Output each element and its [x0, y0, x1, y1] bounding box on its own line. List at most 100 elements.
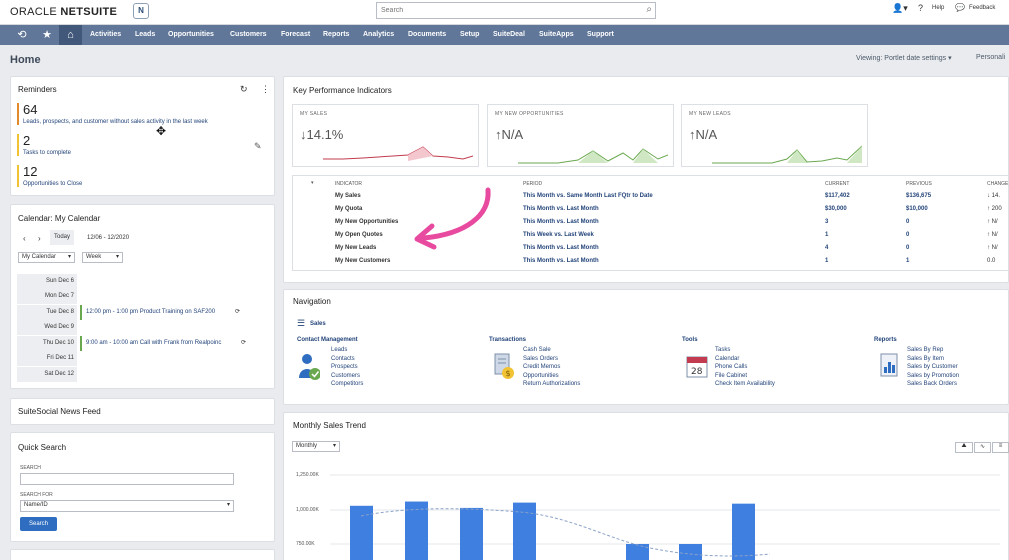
- quick-search-input[interactable]: [20, 473, 234, 485]
- nav-link[interactable]: Contacts: [331, 356, 355, 362]
- nav-setup[interactable]: Setup: [460, 25, 479, 45]
- calendar-event[interactable]: 9:00 am - 10:00 am Call with Frank from …: [80, 336, 221, 351]
- nav-customers[interactable]: Customers: [230, 25, 267, 45]
- kpi-current[interactable]: 1: [825, 232, 828, 238]
- calendar-day-row[interactable]: Fri Dec 11: [17, 351, 265, 366]
- trend-period-select[interactable]: Monthly ▾: [292, 441, 340, 452]
- kpi-previous[interactable]: 0: [906, 232, 909, 238]
- portlet-date-settings[interactable]: Viewing: Portlet date settings ▾: [856, 54, 952, 62]
- nav-documents[interactable]: Documents: [408, 25, 446, 45]
- nav-opportunities[interactable]: Opportunities: [168, 25, 214, 45]
- bar-chart-icon[interactable]: ≡: [992, 442, 1009, 453]
- calendar-day-row[interactable]: Thu Dec 10 9:00 am - 10:00 am Call with F…: [17, 336, 265, 351]
- nav-link[interactable]: Sales By Item: [907, 356, 944, 362]
- reminder-item[interactable]: 2 Tasks to complete: [17, 134, 71, 156]
- kpi-current[interactable]: 4: [825, 245, 828, 251]
- nav-activities[interactable]: Activities: [90, 25, 121, 45]
- nav-link[interactable]: Customers: [331, 373, 360, 379]
- reminder-item[interactable]: 12 Opportunities to Close: [17, 165, 82, 187]
- kpi-period[interactable]: This Month vs. Last Month: [523, 206, 599, 212]
- kpi-previous[interactable]: $10,000: [906, 206, 928, 212]
- sales-bar[interactable]: [626, 544, 649, 560]
- nav-link[interactable]: Phone Calls: [715, 364, 747, 370]
- kpi-card-my-sales[interactable]: MY SALES ↓14.1%: [292, 104, 479, 167]
- sales-bar[interactable]: [513, 502, 536, 560]
- kpi-card-new-leads[interactable]: MY NEW LEADS ↑N/A: [681, 104, 868, 167]
- kpi-previous[interactable]: 1: [906, 258, 909, 264]
- nav-link[interactable]: Leads: [331, 347, 347, 353]
- kpi-current[interactable]: $30,000: [825, 206, 847, 212]
- nav-suitedeal[interactable]: SuiteDeal: [493, 25, 525, 45]
- kpi-current[interactable]: 1: [825, 258, 828, 264]
- nav-link[interactable]: Cash Sale: [523, 347, 551, 353]
- line-chart-icon[interactable]: ∿: [974, 442, 991, 453]
- today-button[interactable]: Today: [50, 230, 75, 245]
- nav-link[interactable]: Sales Orders: [523, 356, 558, 362]
- more-options-icon[interactable]: ⋮: [261, 84, 270, 95]
- nav-link[interactable]: File Cabinet: [715, 373, 747, 379]
- help-icon[interactable]: ?: [918, 3, 923, 13]
- global-search[interactable]: ⌕: [376, 2, 656, 19]
- nav-link[interactable]: Check Item Availability: [715, 381, 775, 387]
- calendar-day-row[interactable]: Sat Dec 12: [17, 367, 265, 382]
- kpi-period[interactable]: This Week vs. Last Week: [523, 232, 594, 238]
- sales-bar[interactable]: [350, 505, 373, 560]
- user-roles-icon[interactable]: 👤▾: [892, 3, 908, 14]
- sales-bar[interactable]: [460, 507, 483, 560]
- search-for-select[interactable]: Name/ID ▾: [20, 500, 234, 512]
- kpi-period[interactable]: This Month vs. Same Month Last FQtr to D…: [523, 193, 653, 199]
- nav-link[interactable]: Competitors: [331, 381, 363, 387]
- kpi-period[interactable]: This Month vs. Last Month: [523, 219, 599, 225]
- menu-icon[interactable]: ☰: [297, 318, 305, 329]
- recent-records-icon[interactable]: ⟲: [11, 25, 33, 45]
- kpi-current[interactable]: $117,402: [825, 193, 850, 199]
- nav-reports[interactable]: Reports: [323, 25, 349, 45]
- nav-link[interactable]: Prospects: [331, 364, 358, 370]
- nav-leads[interactable]: Leads: [135, 25, 155, 45]
- feedback-icon[interactable]: 💬: [955, 3, 965, 12]
- area-chart-icon[interactable]: ⛰: [955, 442, 973, 453]
- period-select[interactable]: Week ▾: [82, 252, 123, 263]
- calendar-event[interactable]: 12:00 pm - 1:00 pm Product Training on S…: [80, 305, 215, 320]
- calendar-day-row[interactable]: Wed Dec 9: [17, 320, 265, 335]
- sales-bar[interactable]: [679, 544, 702, 560]
- refresh-icon[interactable]: ↻: [240, 84, 248, 95]
- nav-section-label[interactable]: Sales: [310, 321, 326, 327]
- calendar-day-row[interactable]: Sun Dec 6: [17, 274, 265, 289]
- next-week-icon[interactable]: ›: [38, 234, 41, 243]
- kpi-previous[interactable]: 0: [906, 245, 909, 251]
- nav-link[interactable]: Sales By Rep: [907, 347, 943, 353]
- calendar-day-row[interactable]: Tue Dec 8 12:00 pm - 1:00 pm Product Trai…: [17, 305, 265, 320]
- edit-pencil-icon[interactable]: ✎: [254, 141, 262, 152]
- collapse-icon[interactable]: ▾: [311, 180, 314, 186]
- kpi-previous[interactable]: $136,675: [906, 193, 931, 199]
- feedback-link[interactable]: Feedback: [969, 5, 995, 11]
- kpi-previous[interactable]: 0: [906, 219, 909, 225]
- kpi-period[interactable]: This Month vs. Last Month: [523, 245, 599, 251]
- kpi-card-new-opportunities[interactable]: MY NEW OPPORTUNITIES ↑N/A: [487, 104, 674, 167]
- reminder-text[interactable]: Tasks to complete: [23, 150, 71, 156]
- kpi-current[interactable]: 3: [825, 219, 828, 225]
- nav-link[interactable]: Sales by Promotion: [907, 373, 959, 379]
- sales-bar[interactable]: [732, 503, 755, 560]
- account-badge-icon[interactable]: N: [133, 3, 149, 19]
- personalize-link[interactable]: Personali: [976, 54, 1005, 61]
- search-button[interactable]: Search: [20, 517, 57, 531]
- nav-suiteapps[interactable]: SuiteApps: [539, 25, 574, 45]
- help-link[interactable]: Help: [932, 5, 944, 11]
- calendar-select[interactable]: My Calendar ▾: [18, 252, 75, 263]
- nav-link[interactable]: Sales Back Orders: [907, 381, 957, 387]
- nav-link[interactable]: Tasks: [715, 347, 730, 353]
- nav-forecast[interactable]: Forecast: [281, 25, 310, 45]
- reminder-text[interactable]: Leads, prospects, and customer without s…: [23, 119, 208, 125]
- search-icon[interactable]: ⌕: [646, 4, 652, 15]
- nav-link[interactable]: Sales by Customer: [907, 364, 958, 370]
- nav-link[interactable]: Calendar: [715, 356, 739, 362]
- prev-week-icon[interactable]: ‹: [23, 234, 26, 243]
- nav-link[interactable]: Opportunities: [523, 373, 559, 379]
- netsuite-logo[interactable]: ORACLE NETSUITE: [10, 6, 117, 18]
- search-input[interactable]: [377, 3, 635, 18]
- reminder-item[interactable]: 64 Leads, prospects, and customer withou…: [17, 103, 208, 125]
- favorites-star-icon[interactable]: ★: [36, 25, 58, 45]
- reminder-text[interactable]: Opportunities to Close: [23, 181, 82, 187]
